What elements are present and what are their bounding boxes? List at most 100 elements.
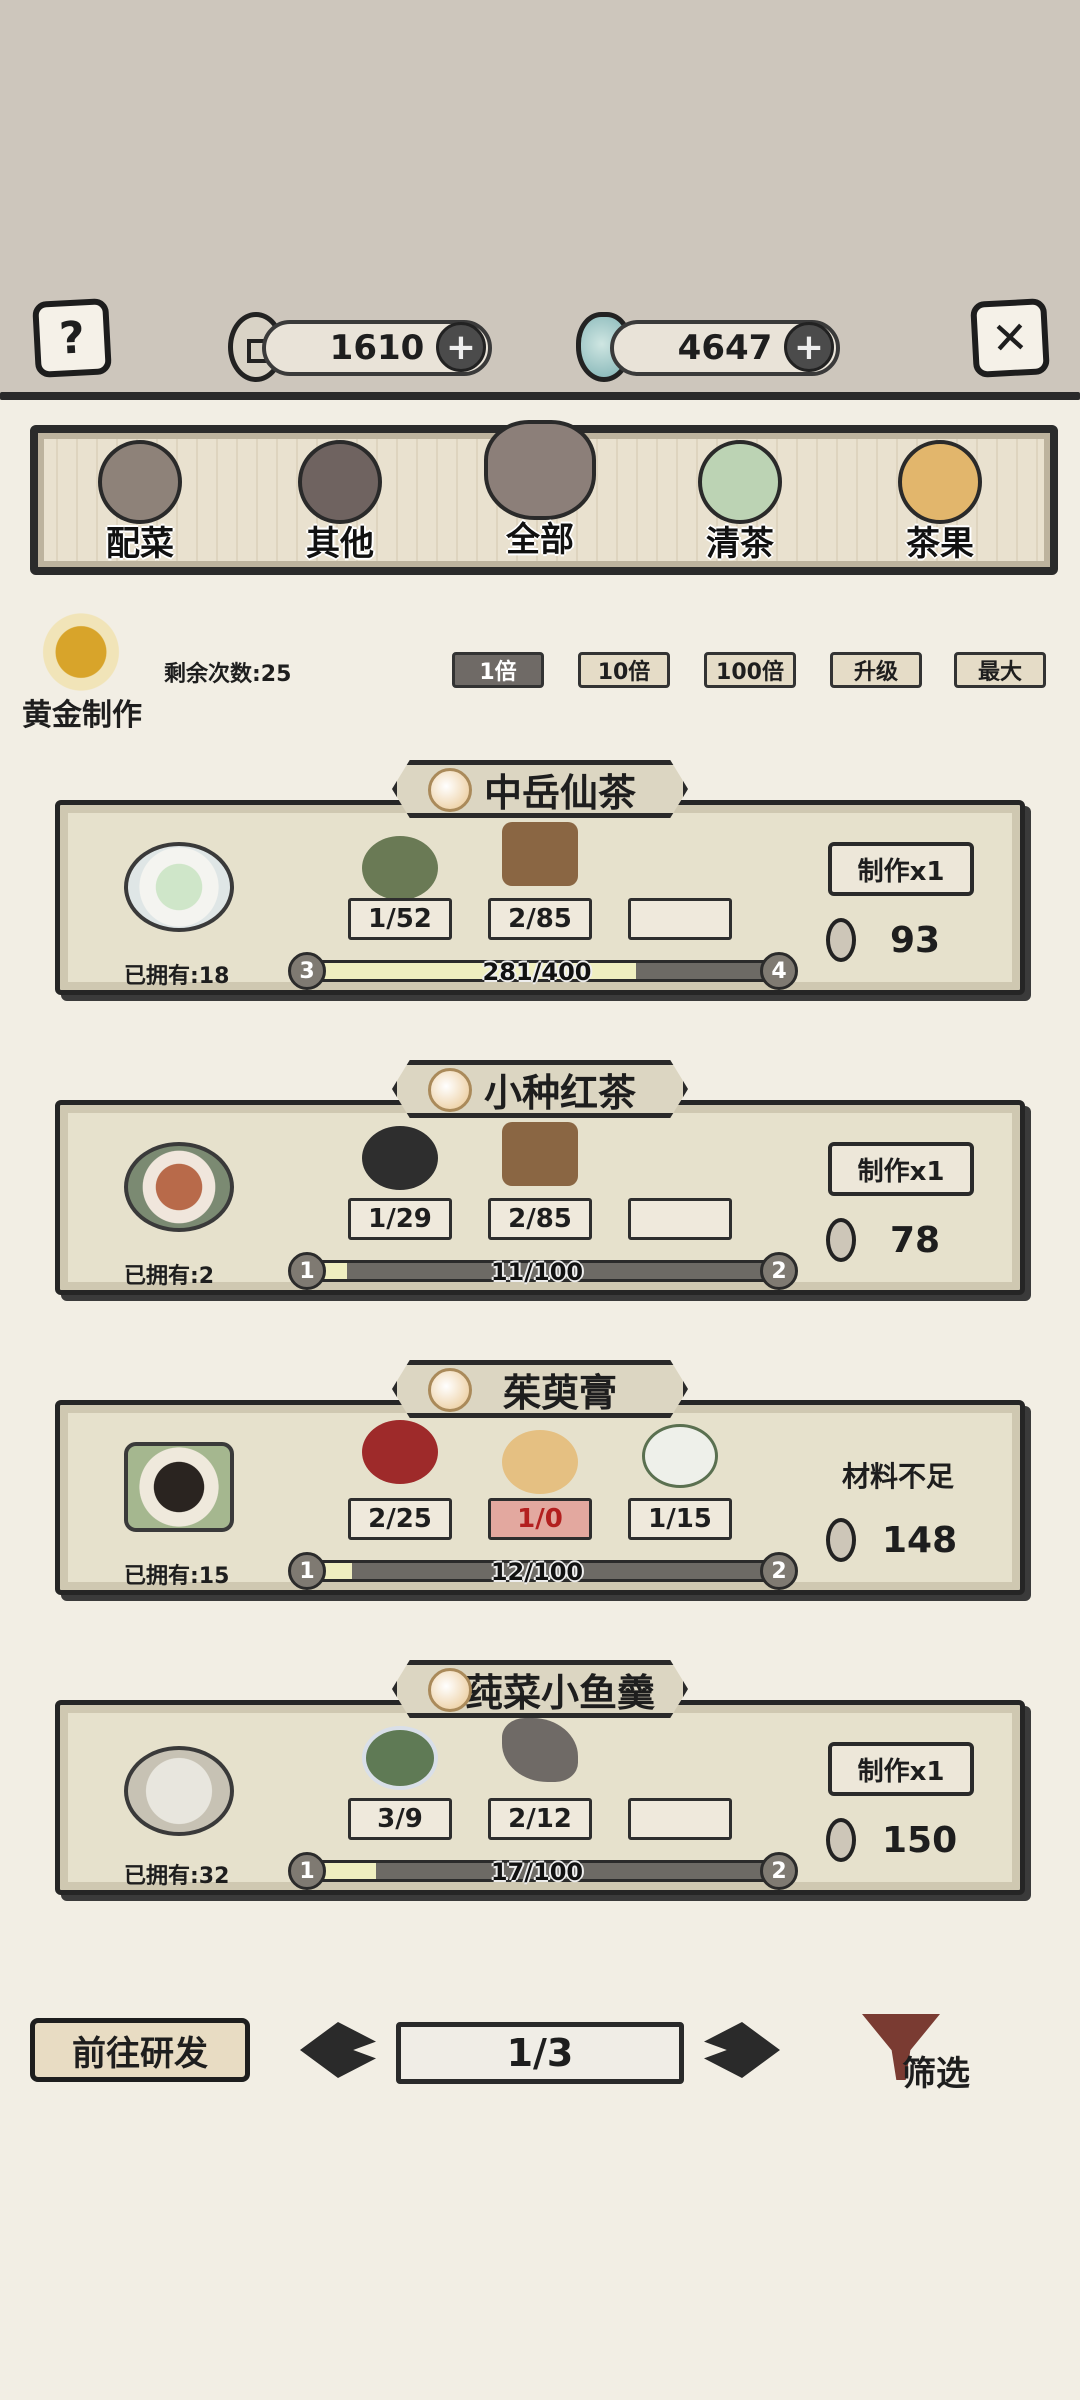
max-button[interactable]: 最大 xyxy=(954,652,1046,688)
golden-craft-label: 黄金制作 xyxy=(22,698,142,733)
insufficient-materials-label: 材料不足 xyxy=(842,1460,955,1493)
upgrade-button[interactable]: 升级 xyxy=(830,652,922,688)
cornel-paste-dish-icon xyxy=(124,1442,234,1532)
coin-icon xyxy=(826,1518,856,1562)
coin-icon xyxy=(826,918,856,962)
owned-count: 已拥有:32 xyxy=(124,1864,230,1889)
filter-label[interactable]: 筛选 xyxy=(902,2046,970,2095)
multiplier-label: 最大 xyxy=(977,660,1022,685)
add-coins-button[interactable]: + xyxy=(436,322,486,372)
level-from: 1 xyxy=(288,1852,326,1890)
multiplier-label: 升级 xyxy=(853,660,898,685)
plus-icon: + xyxy=(793,326,825,368)
garlic-orb-icon xyxy=(428,1368,472,1412)
black-tea-leaves-icon xyxy=(362,1126,438,1190)
tab-all[interactable]: 全部 xyxy=(470,420,610,580)
white-flower-icon xyxy=(642,1424,718,1488)
golden-teapot-icon[interactable] xyxy=(22,592,140,692)
coin-icon xyxy=(826,1218,856,1262)
mortar-icon xyxy=(298,440,382,524)
coin-icon xyxy=(826,1818,856,1862)
fish-soup-dish-icon xyxy=(124,1746,234,1836)
recipe-name: 莼菜小鱼羹 xyxy=(464,1670,655,1715)
water-shield-bowl-icon xyxy=(362,1726,438,1790)
tab-label: 配菜 xyxy=(106,524,174,564)
ingredient-count: 2/12 xyxy=(488,1798,592,1840)
recipe-name: 茱萸膏 xyxy=(502,1370,617,1415)
level-to: 2 xyxy=(760,1252,798,1290)
make-button[interactable]: 制作x1 xyxy=(828,1742,974,1796)
ingredient-count: 2/85 xyxy=(488,1198,592,1240)
price: 148 xyxy=(882,1520,958,1561)
ginger-icon xyxy=(502,1430,578,1494)
water-bucket-icon xyxy=(502,1122,578,1186)
multiplier-1x-button[interactable]: 1倍 xyxy=(452,652,544,688)
page-number: 1/3 xyxy=(506,2031,574,2075)
multiplier-label: 1倍 xyxy=(479,660,517,685)
recipe-name: 小种红茶 xyxy=(483,1070,636,1115)
tab-label: 茶果 xyxy=(906,524,974,564)
progress-text: 281/400 xyxy=(482,958,592,986)
ingredient-slot-empty xyxy=(628,1198,732,1240)
red-berries-icon xyxy=(362,1420,438,1484)
ingredient-count: 1/29 xyxy=(348,1198,452,1240)
level-from: 1 xyxy=(288,1252,326,1290)
pig-face-icon xyxy=(484,420,596,520)
garlic-orb-icon xyxy=(428,1668,472,1712)
ingredient-slot-empty xyxy=(628,1798,732,1840)
multiplier-100x-button[interactable]: 100倍 xyxy=(704,652,796,688)
progress-text: 17/100 xyxy=(490,1858,584,1886)
tab-label: 其他 xyxy=(306,524,374,564)
level-to: 4 xyxy=(760,952,798,990)
black-tea-dish-icon xyxy=(124,1142,234,1232)
price: 93 xyxy=(890,920,941,961)
owned-count: 已拥有:18 xyxy=(124,964,230,989)
help-button[interactable]: ? xyxy=(32,298,112,378)
close-button[interactable]: ✕ xyxy=(970,298,1050,378)
make-button[interactable]: 制作x1 xyxy=(828,1142,974,1196)
make-label: 制作x1 xyxy=(857,1156,945,1187)
multiplier-10x-button[interactable]: 10倍 xyxy=(578,652,670,688)
ingredient-count: 1/52 xyxy=(348,898,452,940)
make-button[interactable]: 制作x1 xyxy=(828,842,974,896)
pastry-icon xyxy=(898,440,982,524)
level-to: 2 xyxy=(760,1552,798,1590)
make-label: 制作x1 xyxy=(857,1756,945,1787)
progress-text: 11/100 xyxy=(490,1258,584,1286)
recipe-name: 中岳仙茶 xyxy=(483,770,636,815)
gem-amount: 4647 xyxy=(677,328,773,368)
ingredient-count: 1/15 xyxy=(628,1498,732,1540)
garlic-orb-icon xyxy=(428,768,472,812)
ingredient-count-insufficient: 1/0 xyxy=(488,1498,592,1540)
plus-icon: + xyxy=(445,326,477,368)
tab-tea-snack[interactable]: 茶果 xyxy=(870,440,1010,580)
remaining-count: 剩余次数:25 xyxy=(164,662,292,687)
make-label: 制作x1 xyxy=(857,856,945,887)
multiplier-label: 100倍 xyxy=(716,660,784,685)
fish-plate-icon xyxy=(98,440,182,524)
tab-clear-tea[interactable]: 清茶 xyxy=(670,440,810,580)
ingredient-count: 2/85 xyxy=(488,898,592,940)
ingredient-count: 2/25 xyxy=(348,1498,452,1540)
page-indicator: 1/3 xyxy=(396,2022,684,2084)
next-page-icon[interactable] xyxy=(704,2022,780,2078)
prev-page-icon[interactable] xyxy=(300,2022,376,2078)
multiplier-label: 10倍 xyxy=(597,660,651,685)
tea-cup-icon xyxy=(698,440,782,524)
tea-leaves-icon xyxy=(362,836,438,900)
level-from: 1 xyxy=(288,1552,326,1590)
garlic-orb-icon xyxy=(428,1068,472,1112)
coin-amount: 1610 xyxy=(329,328,425,368)
tab-label: 清茶 xyxy=(706,524,774,564)
top-bar xyxy=(0,0,1080,400)
go-research-button[interactable]: 前往研发 xyxy=(30,2018,250,2082)
add-gems-button[interactable]: + xyxy=(784,322,834,372)
tab-other[interactable]: 其他 xyxy=(270,440,410,580)
research-label: 前往研发 xyxy=(72,2033,208,2074)
tab-side-dish[interactable]: 配菜 xyxy=(70,440,210,580)
water-bucket-icon xyxy=(502,822,578,886)
level-to: 2 xyxy=(760,1852,798,1890)
ingredient-count: 3/9 xyxy=(348,1798,452,1840)
progress-text: 12/100 xyxy=(490,1558,584,1586)
level-from: 3 xyxy=(288,952,326,990)
